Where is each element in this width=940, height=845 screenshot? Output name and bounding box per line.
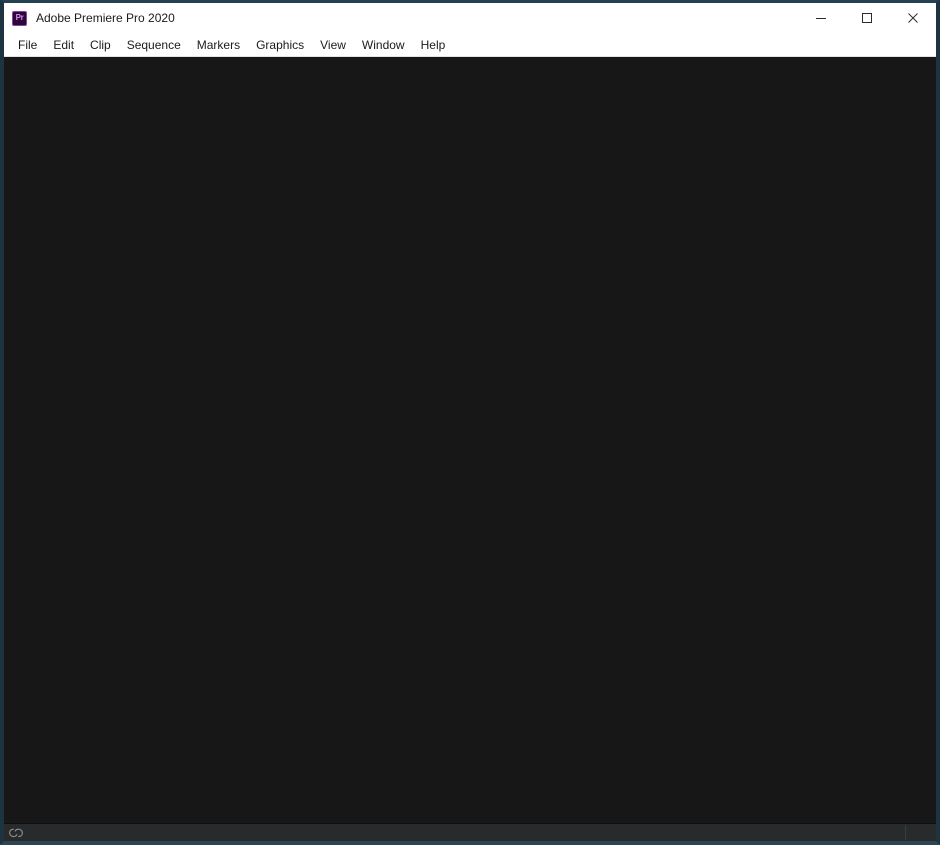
menu-item-clip[interactable]: Clip — [82, 36, 119, 54]
app-icon-label: Pr — [15, 13, 24, 22]
close-button[interactable] — [890, 3, 936, 33]
status-bar-divider — [905, 825, 906, 840]
maximize-icon — [862, 13, 872, 23]
workspace-panel-area[interactable] — [4, 57, 936, 823]
menu-item-window[interactable]: Window — [354, 36, 413, 54]
close-icon — [908, 13, 918, 23]
menu-item-help[interactable]: Help — [413, 36, 454, 54]
maximize-button[interactable] — [844, 3, 890, 33]
menu-item-file[interactable]: File — [10, 36, 45, 54]
premiere-pro-icon: Pr — [12, 10, 27, 26]
menu-item-graphics[interactable]: Graphics — [248, 36, 312, 54]
window-title: Adobe Premiere Pro 2020 — [36, 11, 175, 25]
menu-bar: File Edit Clip Sequence Markers Graphics… — [4, 33, 936, 57]
menu-item-view[interactable]: View — [312, 36, 354, 54]
menu-item-sequence[interactable]: Sequence — [119, 36, 189, 54]
application-window: Pr Adobe Premiere Pro 2020 File Edit Cli… — [0, 0, 940, 845]
minimize-icon — [816, 18, 826, 19]
minimize-button[interactable] — [798, 3, 844, 33]
creative-cloud-icon[interactable] — [5, 824, 27, 842]
menu-item-edit[interactable]: Edit — [45, 36, 82, 54]
status-bar — [4, 823, 936, 841]
window-controls — [798, 3, 936, 33]
title-bar[interactable]: Pr Adobe Premiere Pro 2020 — [4, 3, 936, 33]
menu-item-markers[interactable]: Markers — [189, 36, 248, 54]
creative-cloud-glyph — [9, 828, 23, 837]
